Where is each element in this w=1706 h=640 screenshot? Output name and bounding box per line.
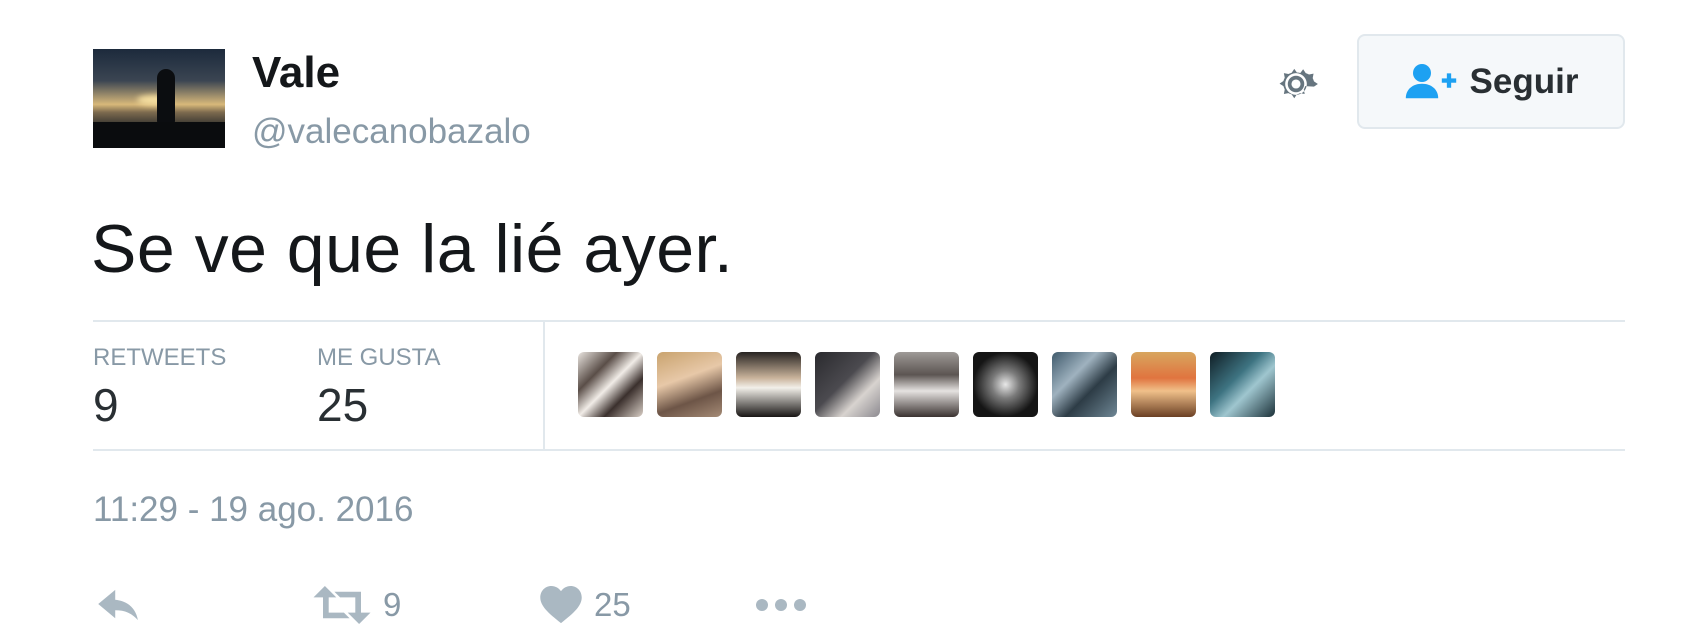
- divider-top: [93, 320, 1625, 322]
- retweets-label[interactable]: RETWEETS: [93, 344, 226, 372]
- retweet-button[interactable]: 9: [313, 580, 401, 630]
- divider-bottom: [93, 449, 1625, 451]
- follow-button[interactable]: Seguir: [1357, 34, 1625, 129]
- gear-icon[interactable]: [1270, 58, 1322, 110]
- more-button[interactable]: [754, 580, 808, 630]
- liker-avatar[interactable]: [894, 352, 959, 417]
- avatar[interactable]: [93, 49, 225, 148]
- retweets-count[interactable]: 9: [93, 378, 119, 432]
- avatar-shore: [93, 122, 225, 148]
- likes-label[interactable]: ME GUSTA: [317, 344, 441, 372]
- follow-user-icon: [1405, 63, 1456, 98]
- liker-avatar[interactable]: [736, 352, 801, 417]
- retweet-icon: [313, 586, 371, 624]
- avatar-person: [157, 69, 175, 124]
- user-name[interactable]: Vale: [252, 48, 340, 98]
- liker-avatar[interactable]: [578, 352, 643, 417]
- reply-button[interactable]: [95, 580, 143, 630]
- liker-avatars: [578, 352, 1275, 417]
- heart-icon: [540, 586, 582, 624]
- liker-avatar[interactable]: [973, 352, 1038, 417]
- liker-avatar[interactable]: [657, 352, 722, 417]
- likes-count[interactable]: 25: [317, 378, 368, 432]
- user-handle[interactable]: @valecanobazalo: [252, 112, 531, 152]
- liker-avatar[interactable]: [1210, 352, 1275, 417]
- like-count: 25: [594, 586, 631, 623]
- like-button[interactable]: 25: [540, 580, 631, 630]
- reply-icon: [98, 589, 138, 621]
- liker-avatar[interactable]: [815, 352, 880, 417]
- more-icon: [756, 599, 806, 611]
- follow-button-label: Seguir: [1469, 61, 1579, 101]
- tweet-text: Se ve que la lié ayer.: [91, 211, 734, 287]
- liker-avatar[interactable]: [1131, 352, 1196, 417]
- retweet-count: 9: [383, 586, 402, 623]
- timestamp[interactable]: 11:29 - 19 ago. 2016: [93, 490, 413, 530]
- liker-avatar[interactable]: [1052, 352, 1117, 417]
- stats-divider: [543, 322, 545, 450]
